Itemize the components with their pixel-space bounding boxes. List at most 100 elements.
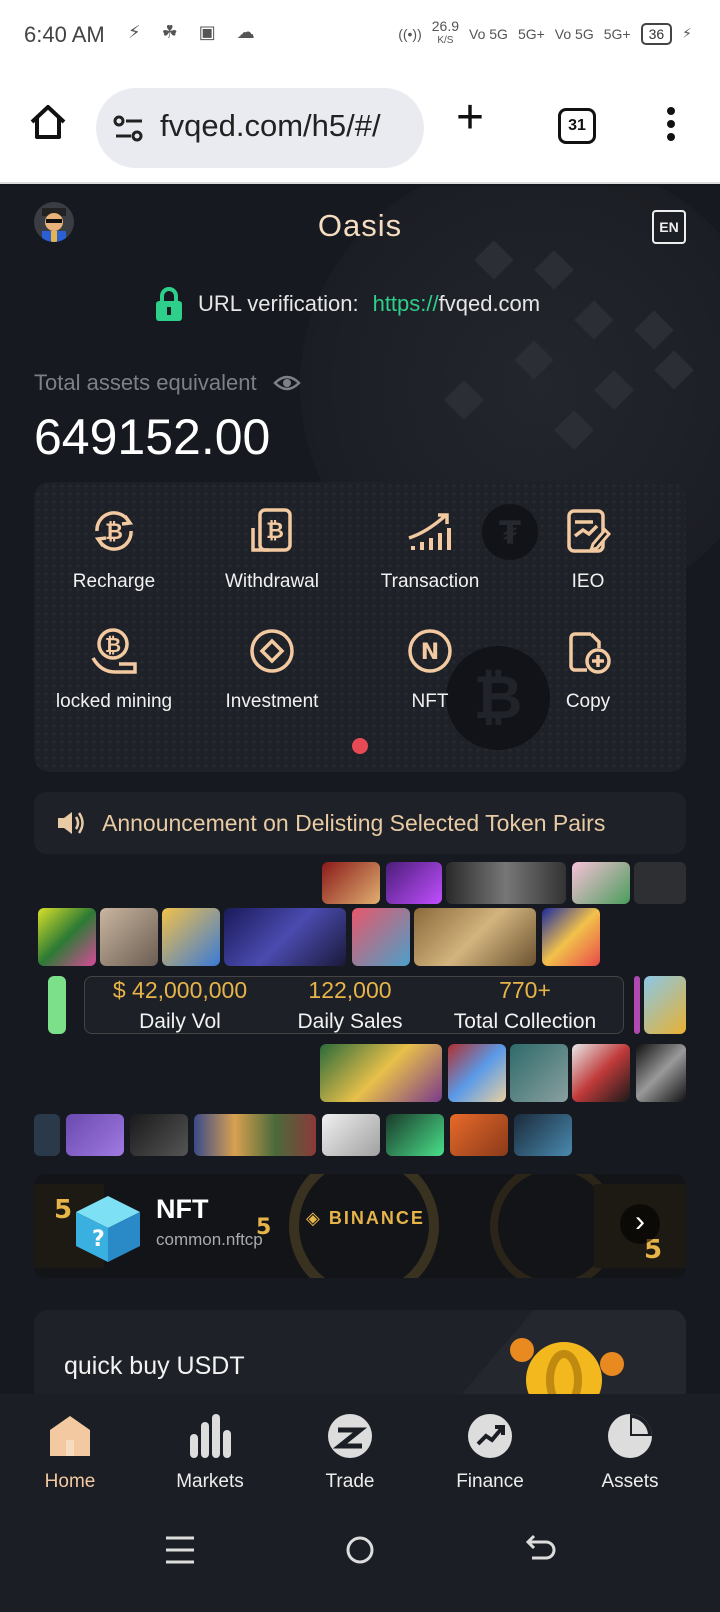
tab-switcher-button[interactable]: 31 bbox=[558, 108, 596, 144]
announcement-bar[interactable]: Announcement on Delisting Selected Token… bbox=[34, 792, 686, 854]
menu-transaction[interactable]: Transaction bbox=[350, 506, 510, 593]
nft-thumbnail[interactable] bbox=[66, 1114, 124, 1156]
browser-menu-icon[interactable] bbox=[660, 104, 682, 148]
system-nav-bar bbox=[0, 1500, 720, 1612]
nft-thumbnail[interactable] bbox=[634, 976, 640, 1034]
nft-thumbnail[interactable] bbox=[48, 976, 66, 1034]
tab-markets-label: Markets bbox=[176, 1471, 244, 1492]
nft-thumbnail[interactable] bbox=[572, 862, 630, 904]
address-bar[interactable]: fvqed.com/h5/#/ bbox=[96, 88, 424, 168]
bitcoin-wallet-icon: ₿ bbox=[251, 508, 292, 552]
document-edit-icon bbox=[567, 509, 612, 553]
trade-icon bbox=[328, 1414, 372, 1458]
menu-withdrawal-label: Withdrawal bbox=[225, 571, 319, 592]
nft-thumbnail[interactable] bbox=[100, 908, 158, 966]
nft-thumbnail[interactable] bbox=[320, 1044, 442, 1102]
announcement-text: Announcement on Delisting Selected Token… bbox=[102, 809, 606, 836]
tab-home-label: Home bbox=[44, 1471, 96, 1492]
nft-thumbnail[interactable] bbox=[572, 1044, 630, 1102]
nft-thumbnail[interactable] bbox=[386, 862, 442, 904]
nft-thumbnail[interactable] bbox=[450, 1114, 508, 1156]
site-settings-icon[interactable] bbox=[112, 112, 146, 146]
svg-text:₿: ₿ bbox=[266, 519, 284, 544]
stat-daily-vol-label: Daily Vol bbox=[139, 1010, 221, 1033]
nft-thumbnail[interactable] bbox=[34, 1114, 60, 1156]
finance-trend-icon bbox=[468, 1414, 512, 1458]
stat-daily-sales: 122,000 Daily Sales bbox=[275, 977, 425, 1034]
tab-trade[interactable]: Trade bbox=[300, 1412, 400, 1493]
nft-thumbnail[interactable] bbox=[510, 1044, 568, 1102]
menu-copy[interactable]: Copy bbox=[508, 626, 668, 713]
nft-thumbnail[interactable] bbox=[644, 976, 686, 1034]
tab-home[interactable]: Home bbox=[20, 1412, 120, 1493]
nft-thumbnail[interactable] bbox=[38, 908, 96, 966]
tab-assets[interactable]: Assets bbox=[580, 1412, 680, 1493]
home-icon bbox=[50, 1416, 90, 1456]
lock-icon bbox=[156, 287, 182, 321]
stats-panel: $ 42,000,000 Daily Vol 122,000 Daily Sal… bbox=[84, 976, 624, 1034]
menu-ieo[interactable]: IEO bbox=[508, 506, 668, 593]
net-speed: 26.9 K/S bbox=[432, 19, 459, 47]
browser-toolbar: fvqed.com/h5/#/ + 31 bbox=[0, 72, 720, 184]
menu-recharge-label: Recharge bbox=[72, 571, 156, 592]
nft-thumbnail[interactable] bbox=[194, 1114, 316, 1156]
verification-url: https://fvqed.com bbox=[373, 291, 541, 317]
total-assets-text: Total assets equivalent bbox=[34, 370, 257, 395]
mystery-box-icon: ? bbox=[76, 1196, 140, 1262]
menu-investment[interactable]: Investment bbox=[192, 626, 352, 713]
nft-thumbnail[interactable] bbox=[162, 908, 220, 966]
home-circle-icon[interactable] bbox=[340, 1530, 380, 1570]
tab-finance[interactable]: Finance bbox=[440, 1412, 540, 1493]
menu-recharge[interactable]: ₿ Recharge bbox=[34, 506, 194, 593]
pie-chart-icon bbox=[608, 1414, 652, 1458]
nft-thumbnail[interactable] bbox=[414, 908, 536, 966]
charging-icon: ⚡ bbox=[682, 25, 692, 41]
nft-thumbnail[interactable] bbox=[448, 1044, 506, 1102]
status-bar: 6:40 AM ⚡ ☘ ▣ ☁ ((•)) 26.9 K/S Vo 5G 5G+… bbox=[0, 0, 720, 72]
nft-thumbnail[interactable] bbox=[386, 1114, 444, 1156]
menu-locked-mining[interactable]: ₿ locked mining bbox=[34, 626, 194, 713]
nft-thumbnail[interactable] bbox=[352, 908, 410, 966]
banner-brand: ◈ BINANCE bbox=[306, 1208, 425, 1228]
target-icon bbox=[250, 629, 294, 673]
stat-daily-vol-value: $ 42,000,000 bbox=[112, 977, 248, 1003]
verification-label: URL verification: bbox=[198, 291, 359, 316]
total-assets-label: Total assets equivalent bbox=[34, 370, 301, 396]
nft-thumbnail[interactable] bbox=[322, 862, 380, 904]
language-button[interactable]: EN bbox=[652, 210, 686, 244]
menu-nft[interactable]: N NFT bbox=[350, 626, 510, 713]
nft-banner[interactable]: 5 5 5 ? NFT common.nftcp ◈ BINANCE › bbox=[34, 1174, 686, 1278]
nft-thumbnail[interactable] bbox=[130, 1114, 188, 1156]
nft-thumbnail[interactable] bbox=[446, 862, 566, 904]
menu-transaction-label: Transaction bbox=[380, 571, 480, 592]
recent-apps-icon[interactable] bbox=[160, 1530, 200, 1570]
url-text[interactable]: fvqed.com/h5/#/ bbox=[160, 108, 381, 144]
stat-total-collection-label: Total Collection bbox=[453, 1010, 597, 1033]
menu-ieo-label: IEO bbox=[571, 571, 605, 592]
new-tab-icon[interactable]: + bbox=[456, 94, 484, 142]
battery-indicator: 36 bbox=[640, 22, 673, 45]
tab-markets[interactable]: Markets bbox=[160, 1412, 260, 1493]
nft-thumbnail[interactable] bbox=[634, 862, 686, 904]
quick-buy-text: quick buy USDT bbox=[64, 1352, 245, 1380]
menu-withdrawal[interactable]: ₿ Withdrawal bbox=[192, 506, 352, 593]
carousel-indicator[interactable] bbox=[352, 738, 368, 754]
nft-thumbnail[interactable] bbox=[322, 1114, 380, 1156]
menu-copy-label: Copy bbox=[565, 691, 611, 712]
status-time: 6:40 AM bbox=[24, 22, 105, 47]
nft-thumbnail[interactable] bbox=[224, 908, 346, 966]
nft-thumbnail[interactable] bbox=[636, 1044, 686, 1102]
network-2: 5G+ bbox=[517, 25, 545, 42]
network-1: Vo 5G bbox=[469, 25, 508, 42]
stat-daily-sales-value: 122,000 bbox=[308, 977, 392, 1003]
home-icon[interactable] bbox=[28, 102, 68, 142]
nft-thumbnail[interactable] bbox=[514, 1114, 572, 1156]
tab-trade-label: Trade bbox=[325, 1471, 375, 1492]
nft-thumbnail[interactable] bbox=[542, 908, 600, 966]
nft-coin-icon: N bbox=[408, 629, 452, 673]
eye-icon[interactable] bbox=[272, 374, 301, 392]
back-icon[interactable] bbox=[520, 1530, 560, 1570]
chevron-right-icon[interactable]: › bbox=[620, 1204, 660, 1244]
menu-nft-label: NFT bbox=[411, 691, 449, 712]
copy-add-icon bbox=[569, 632, 611, 674]
